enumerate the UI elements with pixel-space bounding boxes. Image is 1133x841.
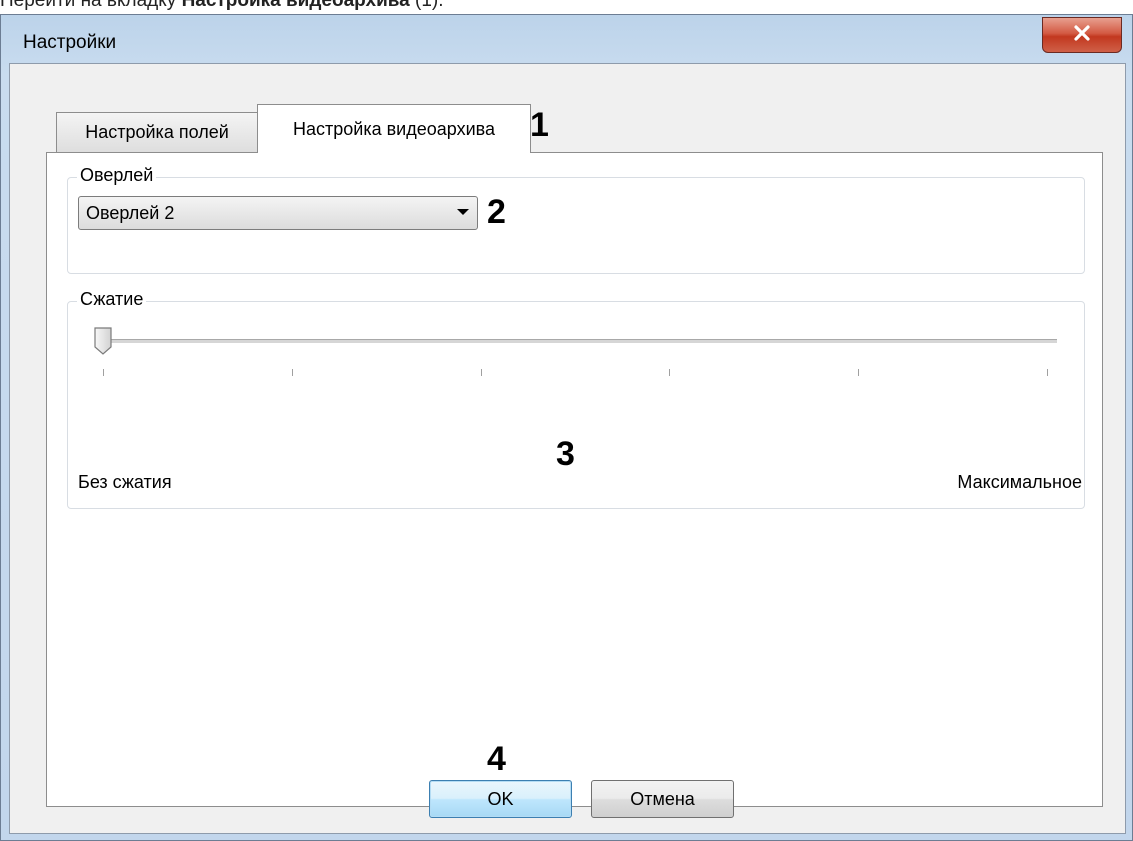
tab-panel: Оверлей Оверлей 2 2 Сжатие 3 Без сжатия … (46, 152, 1103, 807)
close-x-icon (1073, 24, 1091, 46)
compression-slider-track[interactable] (99, 339, 1057, 344)
window-client-area: Настройка полей Настройка видеоархива 1 … (9, 63, 1126, 834)
slider-tick (103, 369, 104, 376)
tab-field-settings[interactable]: Настройка полей (56, 112, 258, 152)
callout-2: 2 (487, 193, 506, 231)
compression-groupbox (67, 301, 1085, 509)
callout-4: 4 (487, 740, 506, 778)
window-title: Настройки (23, 32, 117, 53)
slider-tick (291, 369, 293, 376)
max-compression-label: Максимальное (957, 472, 1082, 492)
tab-video-archive-settings[interactable]: Настройка видеоархива (257, 104, 531, 153)
cancel-button[interactable]: Отмена (591, 780, 734, 818)
cancel-button-label: Отмена (630, 788, 695, 809)
overlay-dropdown[interactable]: Оверлей 2 (78, 196, 478, 230)
caption-suffix: (1). (409, 0, 444, 11)
close-button[interactable] (1042, 17, 1122, 53)
tab-label: Настройка видеоархива (293, 118, 495, 139)
caption-bold: Настройка видеоархива (181, 0, 410, 11)
ok-button[interactable]: OK (429, 780, 572, 818)
slider-tick (480, 369, 482, 376)
slider-tick (858, 369, 860, 376)
slider-tick (669, 369, 671, 376)
overlay-group-label: Оверлей (77, 165, 157, 186)
compression-slider-thumb[interactable] (93, 326, 113, 356)
tab-label: Настройка полей (85, 122, 229, 142)
caption-prefix: Перейти на вкладку (0, 0, 182, 11)
no-compression-label: Без сжатия (78, 472, 172, 492)
callout-1: 1 (530, 106, 549, 144)
ok-button-label: OK (487, 788, 514, 809)
callout-3: 3 (556, 435, 575, 473)
settings-window: Настройки Настройка полей Настройка виде… (0, 14, 1133, 841)
slider-tick (1047, 369, 1048, 376)
chevron-down-icon (457, 209, 469, 215)
document-caption: Перейти на вкладку Настройка видеоархива… (0, 0, 444, 14)
overlay-selected-value: Оверлей 2 (86, 202, 175, 223)
compression-group-label: Сжатие (77, 289, 147, 310)
